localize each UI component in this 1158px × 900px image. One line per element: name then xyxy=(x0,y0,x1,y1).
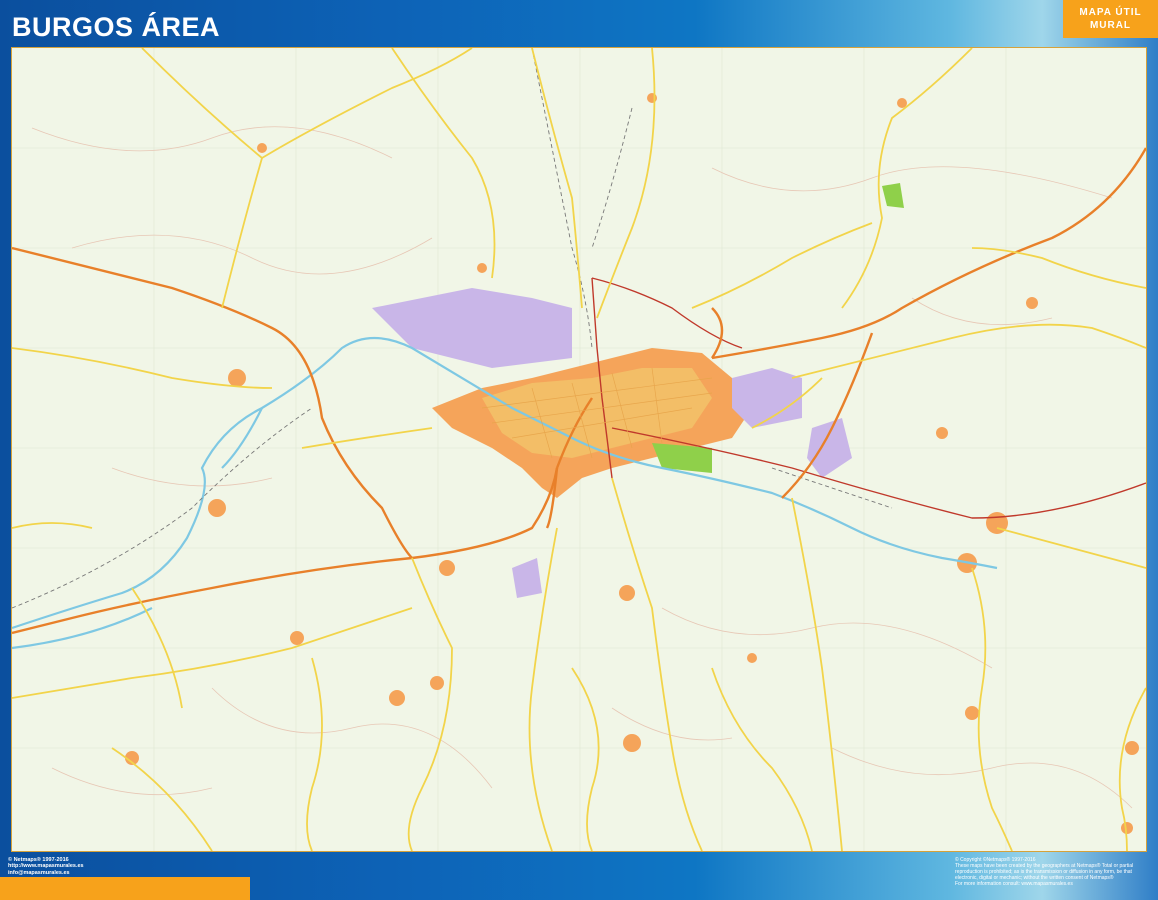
map-drawing xyxy=(12,48,1146,851)
footer-accent-bar xyxy=(0,877,250,900)
badge-line-1: MAPA ÚTIL xyxy=(1079,7,1142,18)
brand-badge: MAPA ÚTIL MURAL xyxy=(1063,0,1158,38)
urban-areas xyxy=(125,93,1139,834)
map-canvas[interactable] xyxy=(12,48,1146,851)
footer-credits: © Netmaps® 1997-2016 http://www.mapasmur… xyxy=(8,857,84,876)
legal-line-5: For more information consult: www.mapasm… xyxy=(955,881,1073,887)
map-title: BURGOS ÁREA xyxy=(12,12,221,42)
footer-legal-notice: © Copyright ©Netmaps® 1997-2016 These ma… xyxy=(955,857,1150,887)
footer-email-link[interactable]: info@mapasmurales.es xyxy=(8,870,84,876)
footer-website-link[interactable]: http://www.mapasmurales.es xyxy=(8,863,84,869)
badge-line-2: MURAL xyxy=(1089,20,1132,31)
